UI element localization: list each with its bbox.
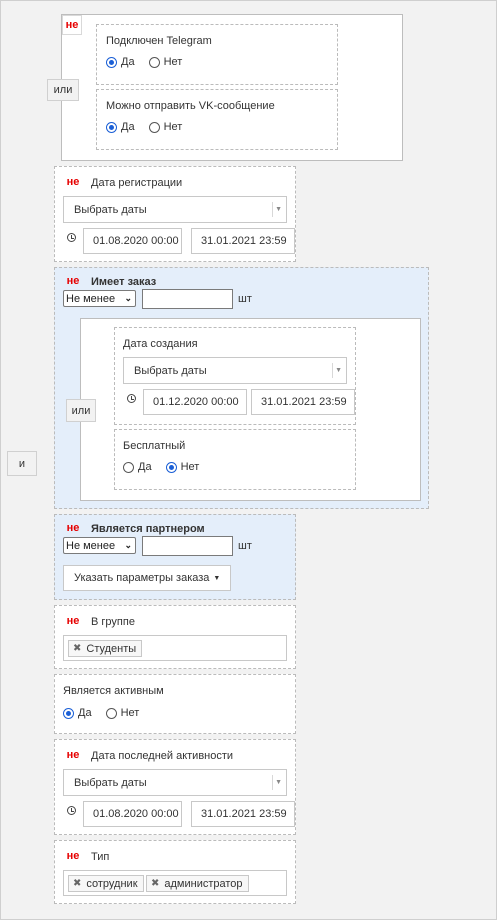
and-operator-button[interactable]: и <box>7 451 37 476</box>
radio-yes-label: Да <box>121 56 135 68</box>
condition-free: Бесплатный Да Нет <box>114 429 356 490</box>
or-operator-button[interactable]: или <box>47 79 79 101</box>
conditions-root: и не или Подключен Telegram Да Нет Можно… <box>0 0 497 920</box>
dropdown-arrow-icon: ▼ <box>275 779 282 786</box>
or-operator-button[interactable]: или <box>66 399 96 422</box>
date-preset-select[interactable]: Выбрать даты ▼ <box>63 769 287 796</box>
condition-label: Имеет заказ <box>91 276 157 288</box>
radio-no-label: Нет <box>163 121 183 133</box>
vk-radio-group: Да Нет <box>106 121 192 133</box>
chevron-down-icon: ⌄ <box>124 293 132 303</box>
clock-icon <box>127 394 136 403</box>
condition-label: Подключен Telegram <box>106 35 212 47</box>
date-from-input[interactable]: 01.12.2020 00:00 <box>143 389 247 415</box>
condition-label: Является партнером <box>91 523 205 535</box>
tag-item[interactable]: ✖ Студенты <box>68 640 143 657</box>
condition-registration-date: не Дата регистрации Выбрать даты ▼ 01.08… <box>54 166 296 262</box>
radio-yes[interactable] <box>123 461 134 473</box>
radio-yes-label: Да <box>138 461 152 473</box>
button-label: Указать параметры заказа <box>74 572 210 584</box>
quantity-input[interactable] <box>142 536 233 556</box>
not-toggle[interactable]: не <box>63 271 83 291</box>
not-toggle[interactable]: не <box>63 846 83 866</box>
radio-no[interactable] <box>148 121 160 133</box>
unit-label: шт <box>238 293 252 305</box>
condition-label: Тип <box>91 851 110 863</box>
radio-yes[interactable] <box>63 707 74 719</box>
date-to-input[interactable]: 31.01.2021 23:59 <box>251 389 355 415</box>
condition-type: не Тип ✖ сотрудник ✖ администратор <box>54 840 296 904</box>
condition-label: Бесплатный <box>123 440 186 452</box>
active-radio-group: Да Нет <box>63 707 149 719</box>
not-toggle[interactable]: не <box>62 15 82 35</box>
quantity-mode-select[interactable]: Не менее ⌄ <box>63 537 136 554</box>
condition-label: Дата регистрации <box>91 177 183 189</box>
radio-yes[interactable] <box>106 121 117 133</box>
remove-tag-icon[interactable]: ✖ <box>151 878 159 889</box>
tag-item[interactable]: ✖ сотрудник <box>68 875 144 892</box>
date-from-input[interactable]: 01.08.2020 00:00 <box>83 801 182 827</box>
quantity-mode-select[interactable]: Не менее ⌄ <box>63 290 136 307</box>
date-preset-select[interactable]: Выбрать даты ▼ <box>123 357 347 384</box>
date-to-input[interactable]: 31.01.2021 23:59 <box>191 228 295 254</box>
date-to-input[interactable]: 31.01.2021 23:59 <box>191 801 295 827</box>
radio-yes[interactable] <box>106 56 117 68</box>
not-toggle[interactable]: не <box>63 611 83 631</box>
caret-down-icon: ▼ <box>213 574 221 582</box>
quantity-input[interactable] <box>142 289 233 309</box>
tag-label: Студенты <box>86 642 137 655</box>
condition-label: В группе <box>91 616 135 628</box>
messenger-or-group: не или Подключен Telegram Да Нет Можно о… <box>47 14 403 161</box>
remove-tag-icon[interactable]: ✖ <box>73 643 81 654</box>
dropdown-arrow-icon: ▼ <box>335 367 342 374</box>
condition-has-order: не Имеет заказ Не менее ⌄ шт или Дата соз… <box>54 267 429 509</box>
not-toggle[interactable]: не <box>63 172 83 192</box>
select-value: Выбрать даты <box>74 203 147 216</box>
dropdown-arrow-icon: ▼ <box>275 206 282 213</box>
chevron-down-icon: ⌄ <box>124 540 132 550</box>
condition-in-group: не В группе ✖ Студенты <box>54 605 296 669</box>
radio-yes-label: Да <box>78 707 92 719</box>
condition-label: Дата создания <box>123 338 198 350</box>
radio-no[interactable] <box>148 56 160 68</box>
type-tags-input[interactable]: ✖ сотрудник ✖ администратор <box>63 870 287 896</box>
condition-vk: Можно отправить VK-сообщение Да Нет <box>96 89 338 150</box>
order-params-button[interactable]: Указать параметры заказа ▼ <box>63 565 231 591</box>
not-toggle[interactable]: не <box>63 745 83 765</box>
order-params-or-group: или Дата создания Выбрать даты ▼ 01.12.2… <box>66 318 421 501</box>
clock-icon <box>67 233 76 242</box>
tag-label: администратор <box>164 877 243 890</box>
not-toggle[interactable]: не <box>63 518 83 538</box>
free-radio-group: Да Нет <box>123 461 209 473</box>
select-value: Выбрать даты <box>74 776 147 789</box>
radio-no[interactable] <box>105 707 117 719</box>
radio-no-label: Нет <box>120 707 140 719</box>
telegram-radio-group: Да Нет <box>106 56 192 68</box>
radio-no-label: Нет <box>180 461 200 473</box>
tag-label: сотрудник <box>86 877 138 890</box>
condition-partner: не Является партнером Не менее ⌄ шт Указа… <box>54 514 296 600</box>
condition-telegram: Подключен Telegram Да Нет <box>96 24 338 85</box>
condition-active: Является активным Да Нет <box>54 674 296 734</box>
condition-created-date: Дата создания Выбрать даты ▼ 01.12.2020 … <box>114 327 356 425</box>
condition-last-activity: не Дата последней активности Выбрать дат… <box>54 739 296 835</box>
remove-tag-icon[interactable]: ✖ <box>73 878 81 889</box>
date-from-input[interactable]: 01.08.2020 00:00 <box>83 228 182 254</box>
select-value: Выбрать даты <box>134 364 207 377</box>
tag-item[interactable]: ✖ администратор <box>146 875 249 892</box>
select-value: Не менее <box>66 292 116 305</box>
radio-no[interactable] <box>165 461 177 473</box>
radio-yes-label: Да <box>121 121 135 133</box>
condition-label: Является активным <box>63 685 164 697</box>
radio-no-label: Нет <box>163 56 183 68</box>
group-tags-input[interactable]: ✖ Студенты <box>63 635 287 661</box>
unit-label: шт <box>238 540 252 552</box>
select-value: Не менее <box>66 539 116 552</box>
condition-label: Можно отправить VK-сообщение <box>106 100 275 112</box>
date-preset-select[interactable]: Выбрать даты ▼ <box>63 196 287 223</box>
condition-label: Дата последней активности <box>91 750 234 762</box>
clock-icon <box>67 806 76 815</box>
